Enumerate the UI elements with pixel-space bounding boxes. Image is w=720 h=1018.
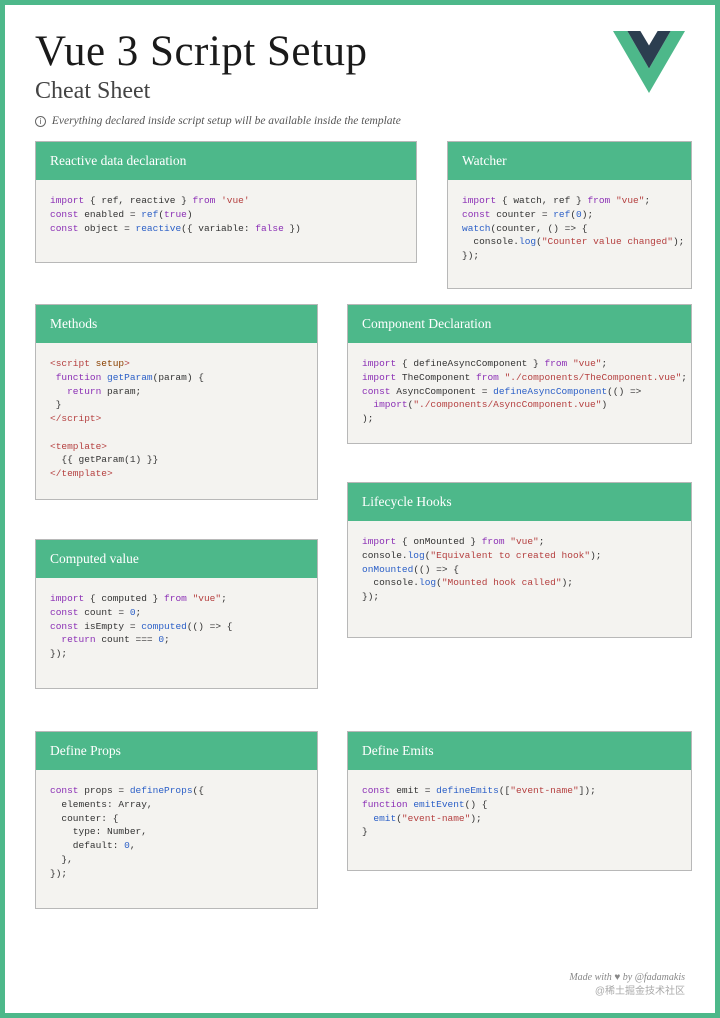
card-header: Computed value (36, 540, 317, 578)
info-note-text: Everything declared inside script setup … (52, 115, 401, 127)
card-methods: Methods <script setup> function getParam… (35, 304, 318, 500)
code-block: import { watch, ref } from "vue"; const … (448, 180, 691, 277)
card-header: Watcher (448, 142, 691, 180)
info-icon: i (35, 116, 46, 127)
code-block: <script setup> function getParam(param) … (36, 343, 317, 495)
card-header: Define Props (36, 732, 317, 770)
page-subtitle: Cheat Sheet (35, 78, 685, 105)
card-component-declaration: Component Declaration import { defineAsy… (347, 304, 692, 444)
card-define-props: Define Props const props = defineProps({… (35, 731, 318, 909)
card-header: Methods (36, 305, 317, 343)
info-note: i Everything declared inside script setu… (35, 115, 685, 127)
code-block: import { computed } from "vue"; const co… (36, 578, 317, 675)
code-block: const props = defineProps({ elements: Ar… (36, 770, 317, 894)
card-header: Define Emits (348, 732, 691, 770)
cards-grid: Reactive data declaration import { ref, … (35, 141, 685, 941)
footer-credit: Made with ♥ by @fadamakis @稀土掘金技术社区 (569, 971, 685, 999)
code-block: import { defineAsyncComponent } from "vu… (348, 343, 691, 440)
code-block: import { ref, reactive } from 'vue' cons… (36, 180, 416, 249)
footer-community: @稀土掘金技术社区 (569, 985, 685, 999)
card-reactive-data: Reactive data declaration import { ref, … (35, 141, 417, 263)
card-lifecycle-hooks: Lifecycle Hooks import { onMounted } fro… (347, 482, 692, 638)
page-title: Vue 3 Script Setup (35, 27, 685, 76)
footer-text: by @fadamakis (620, 972, 685, 983)
footer-text: Made with (569, 972, 614, 983)
card-define-emits: Define Emits const emit = defineEmits(["… (347, 731, 692, 871)
card-header: Lifecycle Hooks (348, 483, 691, 521)
card-header: Component Declaration (348, 305, 691, 343)
card-watcher: Watcher import { watch, ref } from "vue"… (447, 141, 692, 289)
code-block: const emit = defineEmits(["event-name"])… (348, 770, 691, 853)
code-block: import { onMounted } from "vue"; console… (348, 521, 691, 618)
card-computed-value: Computed value import { computed } from … (35, 539, 318, 689)
card-header: Reactive data declaration (36, 142, 416, 180)
vue-logo-icon (613, 31, 685, 93)
header: Vue 3 Script Setup Cheat Sheet (35, 27, 685, 105)
page-container: Vue 3 Script Setup Cheat Sheet i Everyth… (0, 0, 720, 1018)
